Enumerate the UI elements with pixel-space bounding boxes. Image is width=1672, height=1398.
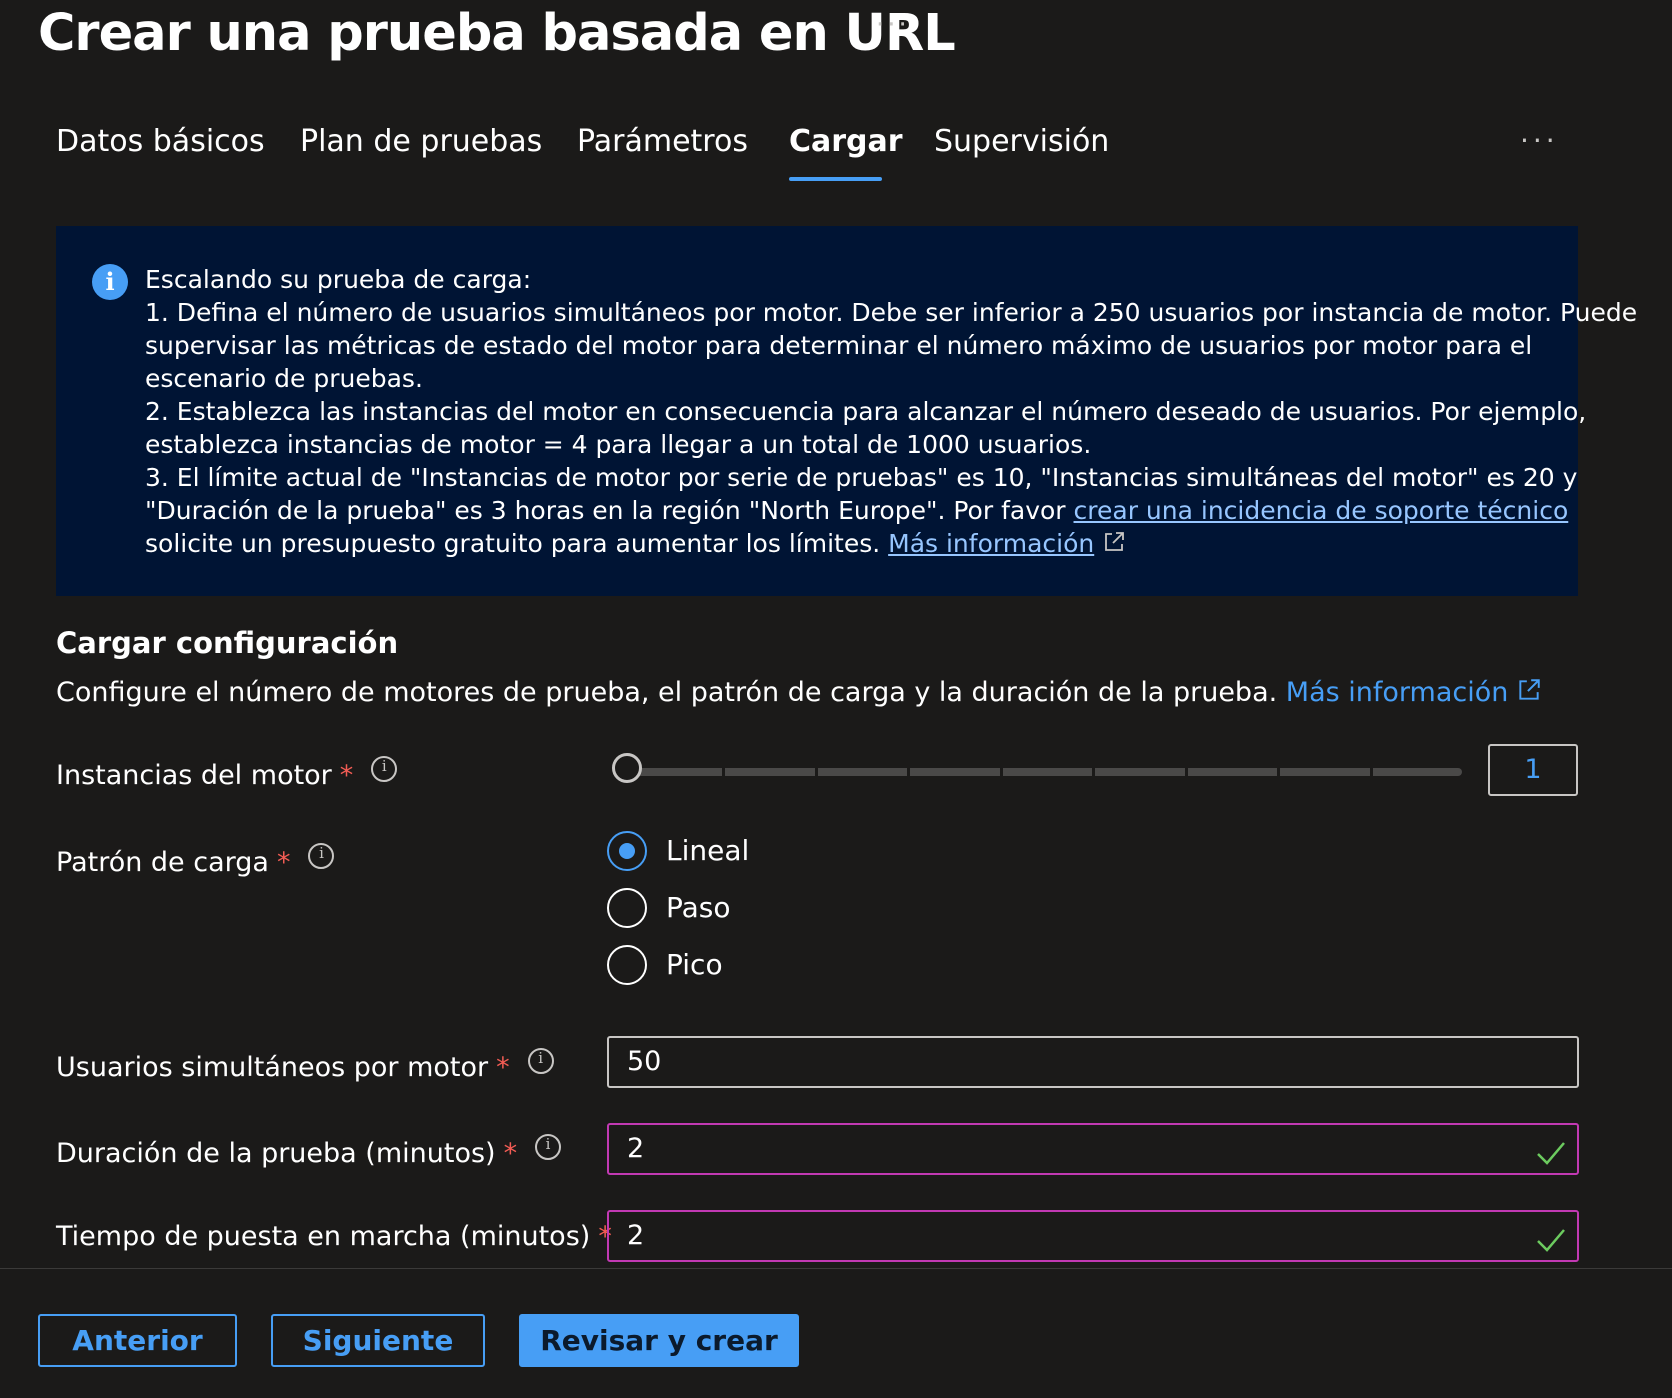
- info-line: supervisar las métricas de estado del mo…: [145, 331, 1533, 360]
- ramp-up-label-text: Tiempo de puesta en marcha (minutos): [56, 1221, 591, 1252]
- ramp-up-input[interactable]: 2: [607, 1210, 1579, 1262]
- review-create-button[interactable]: Revisar y crear: [519, 1314, 799, 1367]
- checkmark-icon: [1535, 1135, 1567, 1183]
- tab-datos-basicos[interactable]: Datos básicos: [56, 124, 265, 159]
- slider-tick: [1277, 768, 1280, 776]
- engine-instances-slider-thumb[interactable]: [612, 753, 642, 783]
- active-tab-indicator: [789, 177, 882, 181]
- engine-instances-label: Instancias del motor *: [56, 756, 398, 791]
- slider-tick: [907, 768, 910, 776]
- ramp-up-value: 2: [627, 1220, 645, 1251]
- info-line: establezca instancias de motor = 4 para …: [145, 430, 1092, 459]
- concurrent-users-value: 50: [627, 1046, 662, 1077]
- radio-lineal-label[interactable]: Lineal: [666, 834, 749, 867]
- info-line: 2. Establezca las instancias del motor e…: [145, 397, 1587, 426]
- section-more-info-link[interactable]: Más información: [1286, 677, 1509, 708]
- load-pattern-label-text: Patrón de carga: [56, 847, 269, 878]
- tab-plan-de-pruebas[interactable]: Plan de pruebas: [300, 124, 542, 159]
- radio-pico[interactable]: [607, 945, 647, 985]
- radio-paso-label[interactable]: Paso: [666, 891, 731, 924]
- slider-tick: [1000, 768, 1003, 776]
- slider-tick: [1370, 768, 1373, 776]
- info-tooltip-icon[interactable]: [535, 1134, 562, 1160]
- checkmark-icon: [1535, 1222, 1567, 1270]
- info-line: "Duración de la prueba" es 3 horas en la…: [145, 494, 1568, 527]
- footer-divider: [0, 1268, 1672, 1269]
- info-tooltip-icon[interactable]: [527, 1048, 554, 1074]
- info-tooltip-icon[interactable]: [371, 756, 398, 782]
- info-icon: i: [92, 264, 128, 300]
- test-duration-input[interactable]: 2: [607, 1123, 1579, 1175]
- concurrent-users-input[interactable]: 50: [607, 1036, 1579, 1088]
- slider-tick: [815, 768, 818, 776]
- test-duration-value: 2: [627, 1133, 645, 1164]
- test-duration-label-text: Duración de la prueba (minutos): [56, 1138, 496, 1169]
- tab-cargar[interactable]: Cargar: [789, 124, 903, 159]
- required-marker: *: [496, 1052, 510, 1083]
- radio-pico-label[interactable]: Pico: [666, 948, 723, 981]
- info-line: Escalando su prueba de carga:: [145, 265, 532, 294]
- next-button[interactable]: Siguiente: [271, 1314, 485, 1367]
- page-title: Crear una prueba basada en URL: [38, 4, 956, 63]
- info-line: escenario de pruebas.: [145, 364, 423, 393]
- radio-paso[interactable]: [607, 888, 647, 928]
- required-marker: *: [339, 760, 354, 791]
- tab-supervision[interactable]: Supervisión: [934, 124, 1109, 159]
- info-text-segment: solicite un presupuesto gratuito para au…: [145, 529, 889, 558]
- section-description-text: Configure el número de motores de prueba…: [56, 677, 1278, 708]
- tab-parametros[interactable]: Parámetros: [577, 124, 748, 159]
- tabs-more-icon[interactable]: ···: [1520, 124, 1559, 157]
- load-pattern-label: Patrón de carga *: [56, 843, 335, 878]
- slider-tick: [1185, 768, 1188, 776]
- ramp-up-label: Tiempo de puesta en marcha (minutos) *: [56, 1221, 612, 1252]
- info-line: 1. Defina el número de usuarios simultán…: [145, 298, 1638, 327]
- required-marker: *: [276, 847, 291, 878]
- external-link-icon: [1102, 529, 1126, 562]
- info-text-segment: "Duración de la prueba" es 3 horas en la…: [145, 496, 1074, 525]
- slider-tick: [1092, 768, 1095, 776]
- slider-tick: [722, 768, 725, 776]
- support-ticket-link[interactable]: crear una incidencia de soporte técnico: [1074, 496, 1569, 525]
- engine-instances-input[interactable]: 1: [1488, 744, 1578, 796]
- engine-instances-slider-track[interactable]: [628, 768, 1462, 776]
- section-title: Cargar configuración: [56, 626, 399, 660]
- radio-lineal[interactable]: [607, 831, 647, 871]
- previous-button[interactable]: Anterior: [38, 1314, 237, 1367]
- more-info-link[interactable]: Más información: [888, 529, 1094, 558]
- required-marker: *: [503, 1138, 518, 1169]
- external-link-icon: [1516, 677, 1542, 710]
- info-message-text: Escalando su prueba de carga: 1. Defina …: [145, 263, 1638, 562]
- test-duration-label: Duración de la prueba (minutos) *: [56, 1134, 562, 1169]
- info-line: 3. El límite actual de "Instancias de mo…: [145, 463, 1578, 492]
- info-line: solicite un presupuesto gratuito para au…: [145, 527, 1545, 562]
- section-description: Configure el número de motores de prueba…: [56, 677, 1542, 710]
- concurrent-users-label: Usuarios simultáneos por motor *: [56, 1048, 554, 1083]
- concurrent-users-label-text: Usuarios simultáneos por motor: [56, 1052, 489, 1083]
- engine-instances-label-text: Instancias del motor: [56, 760, 332, 791]
- info-tooltip-icon[interactable]: [308, 843, 335, 869]
- title-more-icon[interactable]: ···: [876, 10, 910, 40]
